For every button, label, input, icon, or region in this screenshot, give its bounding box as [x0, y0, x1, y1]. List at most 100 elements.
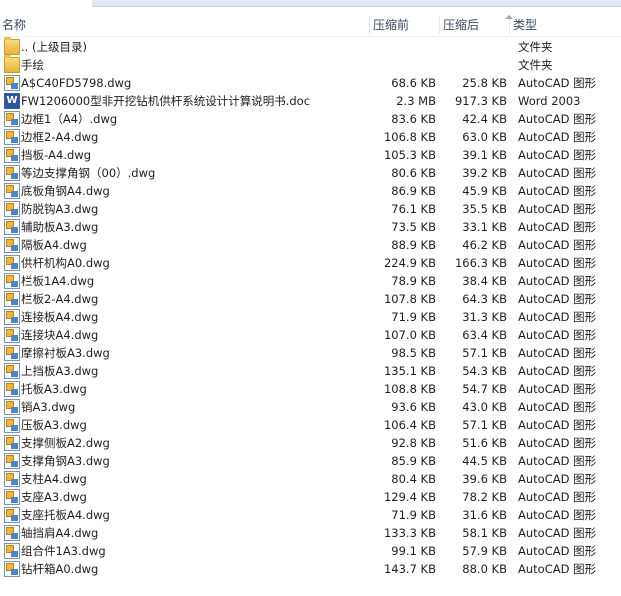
file-list-row[interactable]: 边框1（A4）.dwg 83.6 KB 42.4 KB AutoCAD 图形 [0, 110, 621, 128]
size-before: 2.3 MB [396, 94, 436, 108]
column-header-size-before[interactable]: 压缩前 [369, 16, 409, 34]
file-list-row[interactable]: 等边支撑角钢（00）.dwg 80.6 KB 39.2 KB AutoCAD 图形 [0, 164, 621, 182]
file-list-row[interactable]: A$C40FD5798.dwg 68.6 KB 25.8 KB AutoCAD 图形 [0, 74, 621, 92]
file-type: Word 2003 [518, 94, 581, 108]
file-type: AutoCAD 图形 [518, 490, 597, 504]
file-list-row[interactable]: 支座A3.dwg 129.4 KB 78.2 KB AutoCAD 图形 [0, 488, 621, 506]
size-after: 78.2 KB [462, 490, 507, 504]
size-before: 71.9 KB [391, 310, 436, 324]
dwg-file-icon [4, 507, 20, 523]
sort-arrow-icon [505, 15, 513, 19]
file-type: AutoCAD 图形 [518, 400, 597, 414]
file-list-row[interactable]: 支座托板A4.dwg 71.9 KB 31.6 KB AutoCAD 图形 [0, 506, 621, 524]
file-list-row[interactable]: 支撑侧板A2.dwg 92.8 KB 51.6 KB AutoCAD 图形 [0, 434, 621, 452]
file-list-row[interactable]: .. (上级目录) 文件夹 [0, 37, 621, 56]
file-type: AutoCAD 图形 [518, 364, 597, 378]
dwg-file-icon [4, 309, 20, 325]
size-before: 71.9 KB [391, 508, 436, 522]
file-type: AutoCAD 图形 [518, 544, 597, 558]
file-list-row[interactable]: 压板A3.dwg 106.4 KB 57.1 KB AutoCAD 图形 [0, 416, 621, 434]
file-list-row[interactable]: 供杆机构A0.dwg 224.9 KB 166.3 KB AutoCAD 图形 [0, 254, 621, 272]
file-name: 支座A3.dwg [21, 490, 87, 504]
file-list-row[interactable]: 栏板2-A4.dwg 107.8 KB 64.3 KB AutoCAD 图形 [0, 290, 621, 308]
file-list-row[interactable]: 挡板-A4.dwg 105.3 KB 39.1 KB AutoCAD 图形 [0, 146, 621, 164]
dwg-file-icon [4, 165, 20, 181]
file-list-row[interactable]: 连接块A4.dwg 107.0 KB 63.4 KB AutoCAD 图形 [0, 326, 621, 344]
dwg-file-icon [4, 561, 20, 577]
dwg-file-icon [4, 75, 20, 91]
folder-icon [4, 55, 20, 73]
size-after: 54.7 KB [462, 382, 507, 396]
file-type: AutoCAD 图形 [518, 76, 597, 90]
file-list-row[interactable]: 托板A3.dwg 108.8 KB 54.7 KB AutoCAD 图形 [0, 380, 621, 398]
size-after: 42.4 KB [462, 112, 507, 126]
file-list-row[interactable]: 轴挡肩A4.dwg 133.3 KB 58.1 KB AutoCAD 图形 [0, 524, 621, 542]
file-list-row[interactable]: 上挡板A3.dwg 135.1 KB 54.3 KB AutoCAD 图形 [0, 362, 621, 380]
size-after: 46.2 KB [462, 238, 507, 252]
file-type: AutoCAD 图形 [518, 310, 597, 324]
dwg-file-icon [4, 471, 20, 487]
column-header-type[interactable]: 类型 [509, 16, 537, 34]
file-name: 辅助板A3.dwg [21, 220, 99, 234]
file-type: AutoCAD 图形 [518, 454, 597, 468]
file-list-row[interactable]: 钻杆箱A0.dwg 143.7 KB 88.0 KB AutoCAD 图形 [0, 560, 621, 578]
file-list-row[interactable]: 销A3.dwg 93.6 KB 43.0 KB AutoCAD 图形 [0, 398, 621, 416]
file-name: 手绘 [21, 58, 44, 72]
file-name: 支座托板A4.dwg [21, 508, 110, 522]
file-name: 上挡板A3.dwg [21, 364, 99, 378]
file-type: AutoCAD 图形 [518, 148, 597, 162]
column-header-name[interactable]: 名称 [2, 16, 26, 34]
size-after: 917.3 KB [454, 94, 507, 108]
size-after: 57.1 KB [462, 346, 507, 360]
file-list-row[interactable]: 支柱A4.dwg 80.4 KB 39.6 KB AutoCAD 图形 [0, 470, 621, 488]
dwg-file-icon [4, 345, 20, 361]
dwg-file-icon [4, 255, 20, 271]
file-name: 防脱钩A3.dwg [21, 202, 99, 216]
file-list: .. (上级目录) 文件夹 手绘 文件夹 A$C40FD5798.dwg 68.6 KB 2… [0, 37, 621, 578]
file-list-row[interactable]: 连接板A4.dwg 71.9 KB 31.3 KB AutoCAD 图形 [0, 308, 621, 326]
window-top-strip [0, 0, 621, 8]
file-name: 托板A3.dwg [21, 382, 87, 396]
size-after: 38.4 KB [462, 274, 507, 288]
file-list-row[interactable]: 手绘 文件夹 [0, 55, 621, 74]
size-after: 39.6 KB [462, 472, 507, 486]
size-before: 224.9 KB [383, 256, 436, 270]
size-before: 135.1 KB [383, 364, 436, 378]
column-header-size-after[interactable]: 压缩后 [439, 16, 479, 34]
file-type: AutoCAD 图形 [518, 220, 597, 234]
size-after: 43.0 KB [462, 400, 507, 414]
file-name: 销A3.dwg [21, 400, 76, 414]
size-after: 31.6 KB [462, 508, 507, 522]
dwg-file-icon [4, 111, 20, 127]
dwg-file-icon [4, 129, 20, 145]
file-list-row[interactable]: FW1206000型非开挖钻机供杆系统设计计算说明书.doc 2.3 MB 917.… [0, 92, 621, 110]
file-name: 摩擦衬板A3.dwg [21, 346, 110, 360]
size-before: 68.6 KB [391, 76, 436, 90]
file-list-row[interactable]: 组合件1A3.dwg 99.1 KB 57.9 KB AutoCAD 图形 [0, 542, 621, 560]
file-list-row[interactable]: 摩擦衬板A3.dwg 98.5 KB 57.1 KB AutoCAD 图形 [0, 344, 621, 362]
file-name: 支撑侧板A2.dwg [21, 436, 110, 450]
file-list-row[interactable]: 辅助板A3.dwg 73.5 KB 33.1 KB AutoCAD 图形 [0, 218, 621, 236]
file-list-row[interactable]: 栏板1A4.dwg 78.9 KB 38.4 KB AutoCAD 图形 [0, 272, 621, 290]
file-list-row[interactable]: 边框2-A4.dwg 106.8 KB 63.0 KB AutoCAD 图形 [0, 128, 621, 146]
dwg-file-icon [4, 219, 20, 235]
size-after: 57.1 KB [462, 418, 507, 432]
file-list-row[interactable]: 防脱钩A3.dwg 76.1 KB 35.5 KB AutoCAD 图形 [0, 200, 621, 218]
file-type: AutoCAD 图形 [518, 526, 597, 540]
size-before: 83.6 KB [391, 112, 436, 126]
dwg-file-icon [4, 273, 20, 289]
file-list-row[interactable]: 隔板A4.dwg 88.9 KB 46.2 KB AutoCAD 图形 [0, 236, 621, 254]
file-list-row[interactable]: 支撑角钢A3.dwg 85.9 KB 44.5 KB AutoCAD 图形 [0, 452, 621, 470]
size-before: 143.7 KB [383, 562, 436, 576]
size-before: 80.6 KB [391, 166, 436, 180]
size-after: 58.1 KB [462, 526, 507, 540]
file-list-row[interactable]: 底板角钢A4.dwg 86.9 KB 45.9 KB AutoCAD 图形 [0, 182, 621, 200]
file-name: 轴挡肩A4.dwg [21, 526, 99, 540]
size-after: 88.0 KB [462, 562, 507, 576]
dwg-file-icon [4, 417, 20, 433]
size-after: 35.5 KB [462, 202, 507, 216]
size-before: 78.9 KB [391, 274, 436, 288]
file-name: 支撑角钢A3.dwg [21, 454, 110, 468]
dwg-file-icon [4, 489, 20, 505]
file-type: AutoCAD 图形 [518, 112, 597, 126]
